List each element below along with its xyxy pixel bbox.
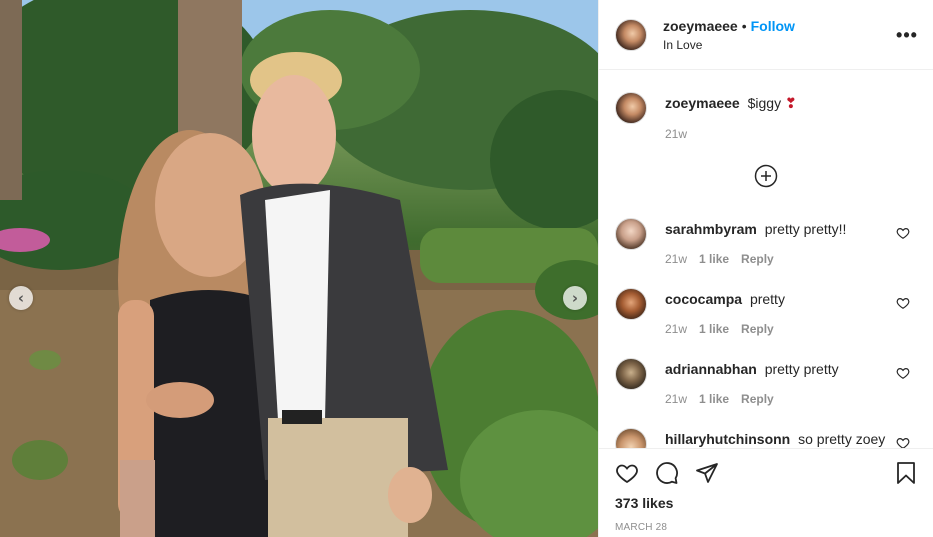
- plus-circle-icon[interactable]: [754, 164, 778, 188]
- caption-avatar[interactable]: [615, 92, 647, 124]
- paper-plane-icon[interactable]: [695, 461, 719, 485]
- separator-dot: •: [741, 17, 747, 34]
- comment-likes[interactable]: 1 like: [699, 392, 729, 406]
- comments-section[interactable]: zoeymaeee $iggy ❣ 21w sarahmbyram pretty…: [599, 70, 933, 448]
- comment-likes[interactable]: 1 like: [699, 322, 729, 336]
- heart-icon[interactable]: [896, 296, 910, 310]
- previous-photo-button[interactable]: ‹: [9, 286, 33, 310]
- commenter-avatar[interactable]: [615, 288, 647, 320]
- author-username[interactable]: zoeymaeee: [663, 18, 738, 34]
- post-actions: 373 likes MARCH 28: [599, 448, 933, 537]
- more-options-button[interactable]: •••: [896, 24, 918, 45]
- comment-text: pretty pretty!!: [764, 221, 847, 237]
- comment-text: pretty: [749, 291, 785, 307]
- reply-button[interactable]: Reply: [741, 392, 774, 406]
- post-header: zoeymaeee • Follow In Love •••: [599, 0, 933, 70]
- comment-item: hillaryhutchinsonn so pretty zoey: [615, 428, 920, 448]
- caption-username[interactable]: zoeymaeee: [665, 95, 740, 111]
- commenter-username[interactable]: cococampa: [665, 291, 742, 307]
- post-photo[interactable]: ‹ ›: [0, 0, 598, 537]
- comment-icon[interactable]: [655, 461, 679, 485]
- comment-timestamp[interactable]: 21w: [665, 252, 687, 266]
- more-dots-icon: •••: [896, 24, 918, 45]
- caption-timestamp[interactable]: 21w: [665, 127, 797, 141]
- post-location[interactable]: In Love: [663, 38, 795, 52]
- comment-item: cococampa pretty 21w 1 like Reply: [615, 288, 920, 336]
- post-side-panel: zoeymaeee • Follow In Love ••• zoeymaeee…: [598, 0, 933, 537]
- chevron-right-icon: ›: [571, 289, 579, 307]
- comment-likes[interactable]: 1 like: [699, 252, 729, 266]
- comment-timestamp[interactable]: 21w: [665, 322, 687, 336]
- author-avatar[interactable]: [615, 18, 647, 51]
- follow-button[interactable]: Follow: [751, 18, 795, 34]
- post-caption: zoeymaeee $iggy ❣ 21w: [615, 92, 797, 141]
- post-date[interactable]: MARCH 28: [615, 522, 918, 533]
- action-buttons: [615, 449, 918, 495]
- heart-icon[interactable]: [896, 226, 910, 240]
- commenter-username[interactable]: adriannabhan: [665, 361, 757, 377]
- commenter-username[interactable]: hillaryhutchinsonn: [665, 431, 790, 447]
- comment-item: adriannabhan pretty pretty 21w 1 like Re…: [615, 358, 920, 406]
- comment-item: sarahmbyram pretty pretty!! 21w 1 like R…: [615, 218, 920, 266]
- bookmark-icon[interactable]: [894, 461, 918, 485]
- caption-text: $iggy: [747, 95, 782, 111]
- commenter-avatar[interactable]: [615, 428, 647, 448]
- post-photo-image: [0, 0, 598, 537]
- commenter-username[interactable]: sarahmbyram: [665, 221, 757, 237]
- reply-button[interactable]: Reply: [741, 322, 774, 336]
- heart-icon[interactable]: [896, 366, 910, 380]
- likes-count[interactable]: 373 likes: [615, 495, 918, 511]
- comment-text: so pretty zoey: [798, 431, 886, 447]
- chevron-left-icon: ‹: [17, 289, 25, 307]
- next-photo-button[interactable]: ›: [563, 286, 587, 310]
- heart-icon[interactable]: [615, 461, 639, 485]
- author-info: zoeymaeee • Follow In Love: [663, 18, 795, 52]
- heart-icon[interactable]: [896, 436, 910, 448]
- comment-timestamp[interactable]: 21w: [665, 392, 687, 406]
- reply-button[interactable]: Reply: [741, 252, 774, 266]
- heart-exclamation-emoji: ❣: [784, 96, 797, 112]
- commenter-avatar[interactable]: [615, 218, 647, 250]
- commenter-avatar[interactable]: [615, 358, 647, 390]
- comment-text: pretty pretty: [764, 361, 839, 377]
